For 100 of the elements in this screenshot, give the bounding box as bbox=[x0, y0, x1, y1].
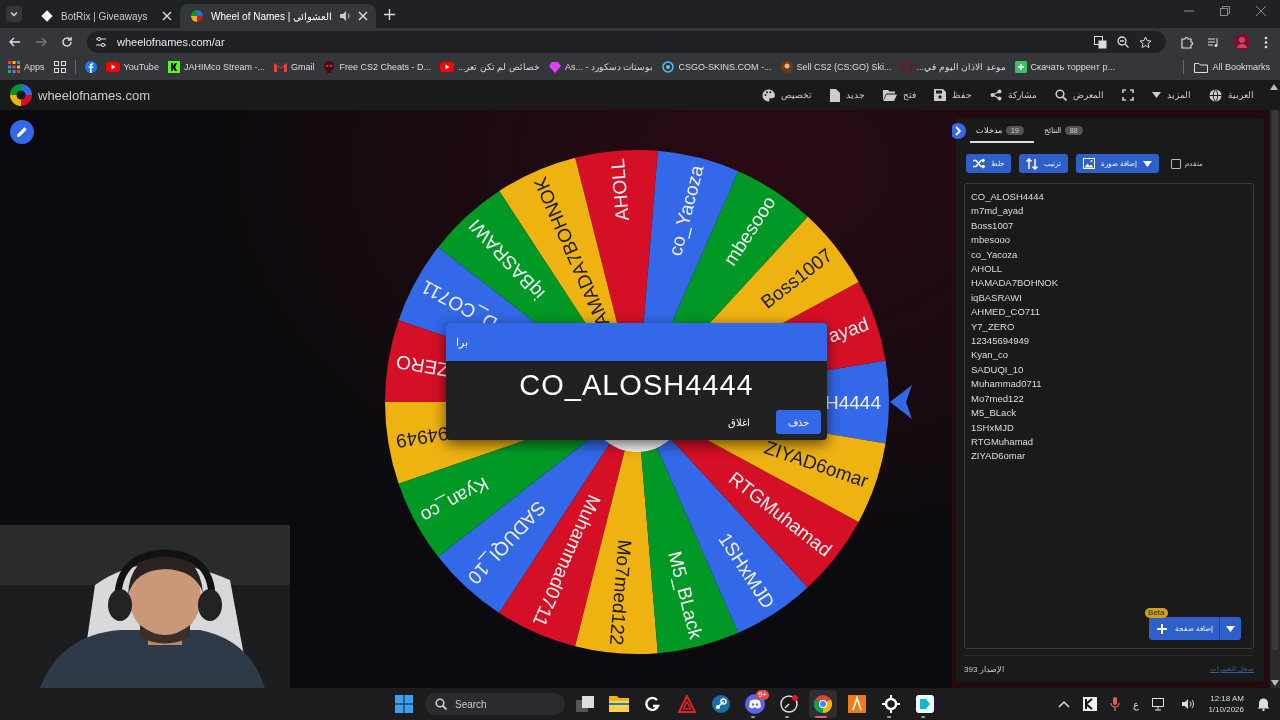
site-settings-icon[interactable] bbox=[95, 36, 107, 48]
notification-icon[interactable] bbox=[1257, 697, 1270, 711]
bookmark[interactable]: بوستات دسكورد - ...As bbox=[548, 61, 654, 73]
taskbar-app[interactable]: 9+ bbox=[741, 690, 769, 718]
bookmark[interactable]: موعد الاذان اليوم في... bbox=[900, 61, 1006, 73]
tab-search-button[interactable] bbox=[6, 6, 22, 22]
back-icon[interactable] bbox=[9, 36, 21, 48]
entry-text: CO_ALOSH4444 bbox=[971, 190, 1045, 204]
nav-button[interactable]: حفظ bbox=[932, 87, 974, 103]
address-bar[interactable]: wheelofnames.com/ar bbox=[87, 31, 1166, 53]
taskbar-app[interactable] bbox=[809, 690, 837, 718]
nav-button[interactable]: فتح bbox=[881, 87, 918, 103]
bookmark-icon[interactable] bbox=[53, 61, 66, 73]
palette-icon bbox=[762, 88, 775, 102]
site-icon bbox=[323, 61, 336, 73]
site-icon bbox=[662, 61, 675, 73]
checkbox[interactable] bbox=[1170, 158, 1181, 169]
bookmark[interactable]: Скачать торрент р... bbox=[1014, 61, 1115, 73]
entry-text: HAMADA7BOHNOK bbox=[971, 276, 1060, 291]
extensions-icon[interactable] bbox=[1180, 35, 1193, 49]
site-icon bbox=[548, 61, 561, 73]
nav-button[interactable]: العربية bbox=[1207, 86, 1256, 104]
avatar-icon[interactable] bbox=[1234, 34, 1250, 50]
speaker-icon[interactable] bbox=[339, 10, 352, 22]
clock-date[interactable]: 1/10/2026 bbox=[1208, 704, 1244, 715]
edit-button[interactable] bbox=[10, 120, 34, 144]
dialog-title: برا bbox=[456, 335, 468, 349]
wheel-label: Mo7med122 bbox=[605, 539, 636, 646]
reload-icon[interactable] bbox=[61, 36, 73, 48]
forward-icon[interactable] bbox=[35, 36, 47, 48]
shuffle-icon bbox=[973, 158, 985, 169]
volume-icon[interactable] bbox=[1181, 698, 1196, 710]
browser-tab[interactable]: BotRix | Giveaways bbox=[30, 4, 180, 28]
unread-count: 9+ bbox=[755, 690, 769, 700]
winner-name: CO_ALOSH4444 bbox=[518, 368, 755, 403]
bookmark[interactable]: Sell CS2 (CS:GO) Ski... bbox=[780, 61, 892, 73]
input-language[interactable]: ع bbox=[1133, 698, 1140, 710]
entry-text: SADUQI_10 bbox=[971, 362, 1025, 377]
entry-text: iqBASRAWI bbox=[971, 290, 1023, 305]
entry-text: Y7_ZERO bbox=[971, 319, 1016, 334]
app-icon bbox=[780, 695, 798, 713]
site-icon bbox=[439, 62, 454, 72]
site-icon bbox=[273, 62, 287, 72]
scroll-up-icon[interactable] bbox=[1270, 84, 1278, 90]
share-icon bbox=[990, 89, 1002, 101]
chevron-right-icon bbox=[954, 126, 962, 136]
entry-text: m7md_ayad bbox=[971, 204, 1025, 219]
bookmark[interactable]: YouTube bbox=[105, 62, 159, 72]
chevron-up-icon[interactable] bbox=[1058, 700, 1071, 708]
bookmark[interactable]: Apps bbox=[8, 61, 45, 73]
entry-text: co_Yacoza bbox=[971, 247, 1019, 262]
entry-text: AHOLL bbox=[971, 262, 1004, 277]
nav-button[interactable]: المعرض bbox=[1053, 87, 1106, 103]
close-button[interactable]: اغلاق bbox=[716, 410, 762, 434]
nav-button[interactable]: تخصيص bbox=[760, 86, 814, 104]
menu-icon[interactable] bbox=[1264, 35, 1268, 49]
nav-button[interactable]: مشاركة bbox=[988, 87, 1039, 103]
bookmark[interactable]: Gmail bbox=[273, 62, 315, 72]
star-icon[interactable] bbox=[1139, 35, 1152, 49]
fullscreen-icon bbox=[1122, 89, 1134, 101]
site-logo[interactable]: wheelofnames.com bbox=[38, 87, 150, 103]
entry-text: Kyan_co bbox=[971, 348, 1009, 363]
wheel-pointer bbox=[890, 385, 912, 419]
bookmark[interactable]: CSGO-SKINS.COM -... bbox=[662, 61, 772, 73]
microphone-icon[interactable] bbox=[1110, 697, 1121, 711]
scroll-down-icon[interactable] bbox=[1271, 680, 1279, 686]
entry-text: M5_BLack bbox=[971, 406, 1017, 421]
browser-tab[interactable]: Wheel of Names | العشوائي bbox=[180, 4, 377, 28]
entries-field[interactable] bbox=[964, 183, 1254, 649]
entry-text: ZIYAD6omar bbox=[971, 449, 1027, 464]
bookmark[interactable]: Free CS2 Cheats - D... bbox=[323, 61, 431, 73]
restore-icon[interactable] bbox=[1220, 6, 1230, 16]
search-field[interactable]: Search bbox=[425, 693, 565, 715]
sort-icon bbox=[1026, 157, 1038, 170]
bookmark[interactable]: JAHIMco Stream -... bbox=[167, 61, 265, 73]
wheel-label: ayad bbox=[825, 313, 872, 347]
app-icon bbox=[848, 695, 866, 713]
bookmark-folder[interactable]: All Bookmarks bbox=[1194, 61, 1270, 73]
start-icon[interactable] bbox=[395, 695, 413, 713]
bookmark[interactable]: خصائص لم تكن تعر... bbox=[439, 62, 540, 72]
media-icon[interactable] bbox=[1207, 35, 1220, 49]
tray-app-icon[interactable] bbox=[1083, 697, 1098, 711]
logo-icon[interactable] bbox=[10, 84, 32, 106]
bookmark-icon[interactable] bbox=[84, 61, 97, 73]
nav-button[interactable]: المزيد bbox=[1150, 88, 1193, 102]
nav-button[interactable]: جديد bbox=[828, 86, 867, 104]
clock-time[interactable]: 12:18 AM bbox=[1210, 693, 1244, 704]
caret-icon bbox=[1226, 625, 1235, 632]
remove-button[interactable]: حذف bbox=[776, 410, 821, 434]
site-icon bbox=[105, 62, 120, 72]
fullscreen-button[interactable] bbox=[1120, 87, 1136, 103]
translate-icon[interactable] bbox=[1094, 35, 1107, 49]
entry-text: Muhammad0711 bbox=[971, 377, 1043, 392]
new-tab-icon[interactable] bbox=[384, 9, 396, 20]
entry-text: RTGMuhamad bbox=[971, 434, 1035, 449]
scrollbar-thumb[interactable] bbox=[1272, 110, 1278, 650]
zoom-icon[interactable] bbox=[1117, 36, 1129, 48]
app-icon bbox=[645, 696, 661, 712]
version-text: الإصدار 393 bbox=[964, 664, 1004, 674]
search-icon bbox=[1055, 89, 1067, 101]
